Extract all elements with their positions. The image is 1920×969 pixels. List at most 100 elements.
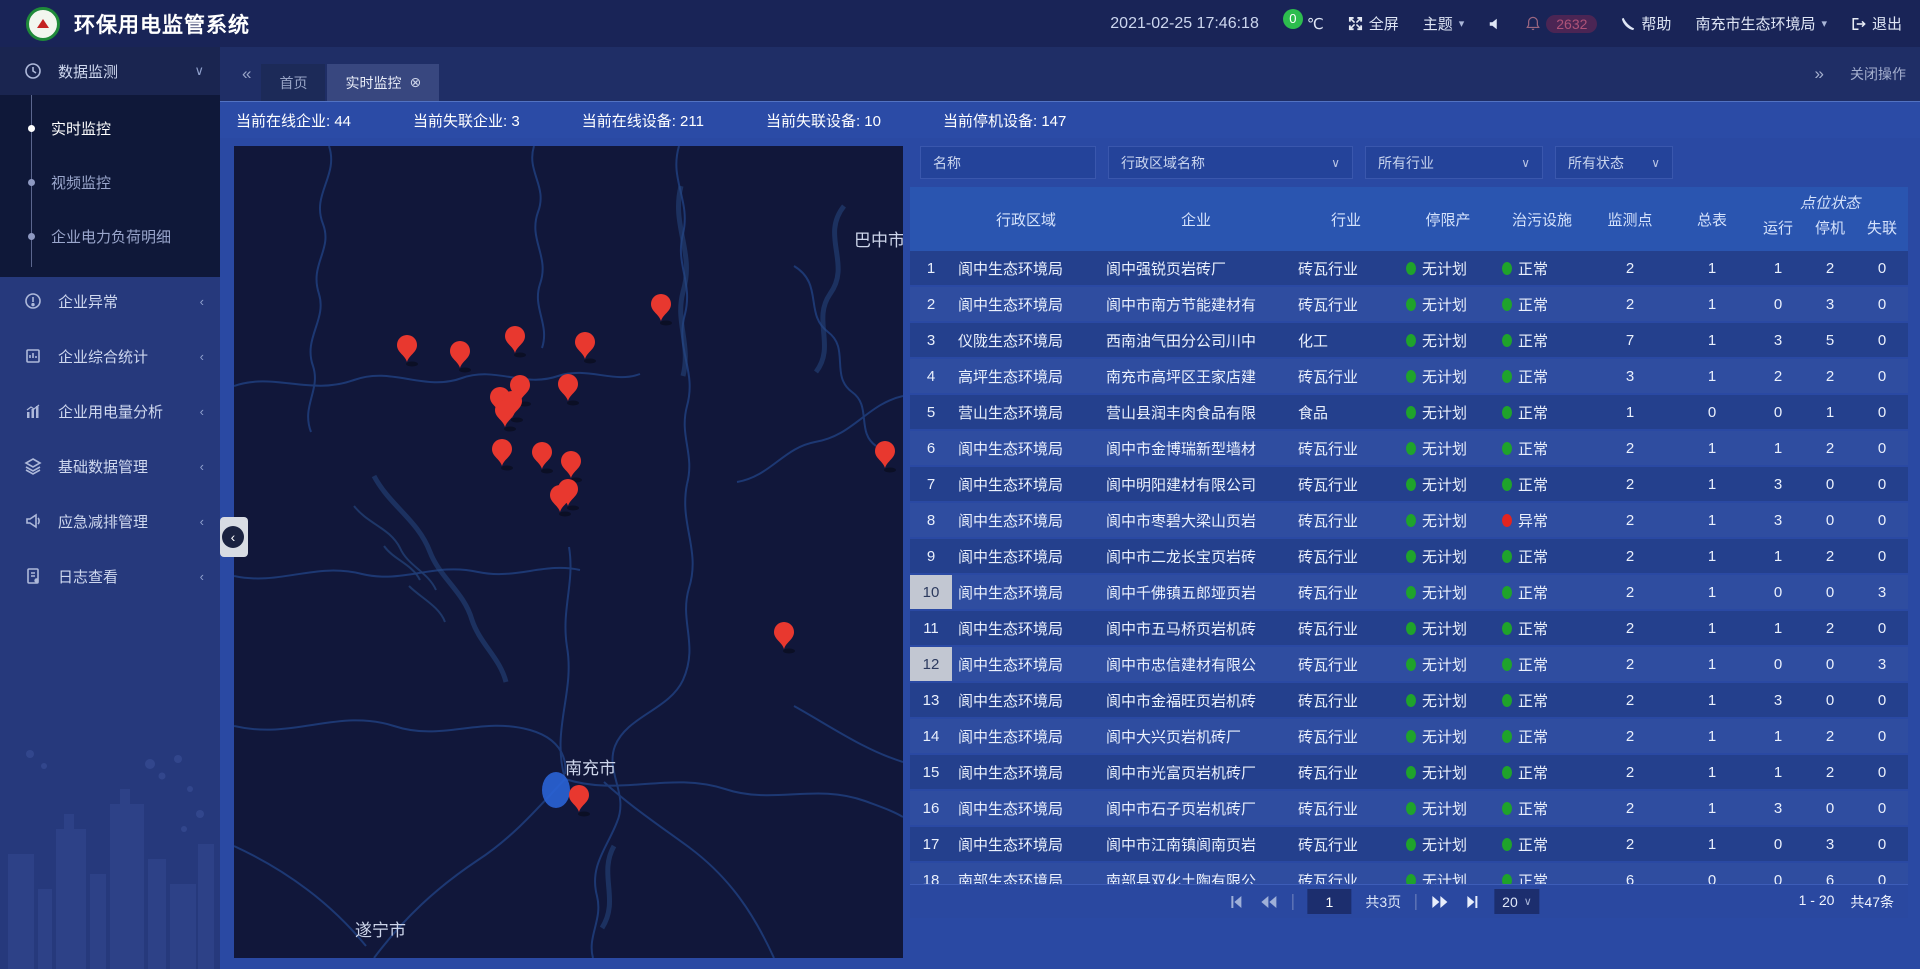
table-row-4[interactable]: 4高坪生态环境局南充市高坪区王家店建砖瓦行业无计划正常31220 [910, 359, 1908, 393]
app-root: 环保用电监管系统 2021-02-25 17:46:18 0 ℃ 全屏 主题 ▾ [0, 0, 1920, 969]
table-row-8[interactable]: 8阆中生态环境局阆中市枣碧大梁山页岩砖瓦行业无计划异常21300 [910, 503, 1908, 537]
sidebar-item-0[interactable]: 数据监测∨ [0, 47, 220, 95]
table-row-15[interactable]: 15阆中生态环境局阆中市光富页岩机砖厂砖瓦行业无计划正常21120 [910, 755, 1908, 789]
name-search-input[interactable]: 名称 [920, 146, 1096, 179]
status-dot-green [1502, 802, 1512, 815]
cell-region: 阆中生态环境局 [952, 251, 1100, 285]
map-pin-icon[interactable] [875, 441, 896, 473]
page-size-select[interactable]: 20 ∨ [1494, 889, 1540, 914]
fullscreen-button[interactable]: 全屏 [1348, 13, 1399, 34]
table-row-17[interactable]: 17阆中生态环境局阆中市江南镇阆南页岩砖瓦行业无计划正常21030 [910, 827, 1908, 861]
cell-lost: 0 [1856, 863, 1908, 884]
page-number-input[interactable] [1307, 889, 1351, 914]
mute-button[interactable] [1488, 17, 1502, 31]
cell-limit-status: 无计划 [1400, 827, 1496, 861]
sidebar-subitem-1[interactable]: 视频监控 [0, 155, 220, 209]
table-row-7[interactable]: 7阆中生态环境局阆中明阳建材有限公司砖瓦行业无计划正常21300 [910, 467, 1908, 501]
map-pin-icon[interactable] [575, 332, 596, 364]
table-row-10[interactable]: 10阆中生态环境局阆中千佛镇五郎垭页岩砖瓦行业无计划正常21003 [910, 575, 1908, 609]
row-number: 17 [910, 827, 952, 861]
help-button[interactable]: 帮助 [1621, 13, 1671, 34]
tab-1[interactable]: 实时监控⊗ [327, 64, 439, 101]
next-page-button[interactable] [1430, 894, 1450, 910]
map-pin-icon[interactable] [558, 374, 579, 406]
table-row-12[interactable]: 12阆中生态环境局阆中市忠信建材有限公砖瓦行业无计划正常21003 [910, 647, 1908, 681]
sidebar-subitem-2[interactable]: 企业电力负荷明细 [0, 209, 220, 263]
table-row-1[interactable]: 1阆中生态环境局阆中强锐页岩砖厂砖瓦行业无计划正常21120 [910, 251, 1908, 285]
cell-stop: 2 [1804, 539, 1856, 573]
map-pin-icon[interactable] [561, 451, 582, 483]
table-row-9[interactable]: 9阆中生态环境局阆中市二龙长宝页岩砖砖瓦行业无计划正常21120 [910, 539, 1908, 573]
map-pin-icon[interactable] [532, 442, 553, 474]
cell-points: 1 [1588, 395, 1672, 429]
industry-select[interactable]: 所有行业 ∨ [1365, 146, 1543, 179]
table-row-5[interactable]: 5营山生态环境局营山县润丰肉食品有限食品无计划正常10010 [910, 395, 1908, 429]
cell-run: 0 [1752, 575, 1804, 609]
cell-facility-status: 正常 [1496, 827, 1588, 861]
sidebar-item-4[interactable]: 基础数据管理‹ [0, 442, 220, 490]
stat-item-2: 当前在线设备: 211 [582, 110, 704, 131]
notifications-button[interactable]: 2632 [1526, 15, 1597, 33]
close-operations-button[interactable]: 关闭操作 [1850, 64, 1906, 84]
sidebar-submenu: 实时监控视频监控企业电力负荷明细 [0, 95, 220, 277]
map-pin-icon[interactable] [505, 326, 526, 358]
table-row-13[interactable]: 13阆中生态环境局阆中市金福旺页岩机砖砖瓦行业无计划正常21300 [910, 683, 1908, 717]
table-row-16[interactable]: 16阆中生态环境局阆中市石子页岩机砖厂砖瓦行业无计划正常21300 [910, 791, 1908, 825]
sidebar-subitem-0[interactable]: 实时监控 [0, 101, 220, 155]
map-pin-icon[interactable] [651, 294, 672, 326]
table-row-3[interactable]: 3仪陇生态环境局西南油气田分公司川中化工无计划正常71350 [910, 323, 1908, 357]
table-row-2[interactable]: 2阆中生态环境局阆中市南方节能建材有砖瓦行业无计划正常21030 [910, 287, 1908, 321]
map-pin-icon[interactable] [492, 439, 513, 471]
sidebar-item-3[interactable]: 企业用电量分析‹ [0, 387, 220, 435]
col-header-5: 监测点 [1588, 187, 1672, 251]
map-pin-icon[interactable] [774, 622, 795, 654]
table-row-18[interactable]: 18南部生态环境局南部县双化土陶有限公砖瓦行业无计划正常60060 [910, 863, 1908, 884]
cell-meters: 1 [1672, 719, 1752, 753]
status-dot-green [1406, 370, 1416, 383]
theme-dropdown[interactable]: 主题 ▾ [1423, 13, 1465, 34]
caret-down-icon: ▾ [1821, 17, 1827, 30]
table-row-11[interactable]: 11阆中生态环境局阆中市五马桥页岩机砖砖瓦行业无计划正常21120 [910, 611, 1908, 645]
map-pin-icon[interactable] [495, 400, 516, 432]
tabs-scroll-right-icon[interactable]: » [1815, 64, 1824, 84]
cell-run: 3 [1752, 467, 1804, 501]
sidebar-item-6[interactable]: 日志查看‹ [0, 552, 220, 600]
cell-meters: 1 [1672, 791, 1752, 825]
map-pin-icon[interactable] [397, 335, 418, 367]
map-pin-icon[interactable] [550, 485, 571, 517]
row-number: 5 [910, 395, 952, 429]
org-dropdown[interactable]: 南充市生态环境局 ▾ [1695, 13, 1827, 34]
cell-points: 2 [1588, 251, 1672, 285]
sidebar-collapse-handle[interactable]: ‹ [220, 517, 248, 557]
prev-page-button[interactable] [1258, 894, 1278, 910]
map-canvas[interactable]: 巴中市南充市遂宁市 [234, 146, 903, 958]
cell-region: 阆中生态环境局 [952, 647, 1100, 681]
tab-close-icon[interactable]: ⊗ [409, 74, 421, 91]
sidebar-item-1[interactable]: 企业异常‹ [0, 277, 220, 325]
cell-run: 3 [1752, 503, 1804, 537]
map-pin-icon[interactable] [450, 341, 471, 373]
sidebar-item-2[interactable]: 企业综合统计‹ [0, 332, 220, 380]
tabs-scroll-left-icon[interactable]: « [232, 64, 261, 84]
stats-bar: 当前在线企业: 44当前失联企业: 3当前在线设备: 211当前失联设备: 10… [220, 101, 1920, 138]
cell-region: 阆中生态环境局 [952, 791, 1100, 825]
cell-points: 2 [1588, 575, 1672, 609]
cell-stop: 0 [1804, 791, 1856, 825]
cell-industry: 化工 [1292, 323, 1400, 357]
cell-stop: 3 [1804, 827, 1856, 861]
table-row-6[interactable]: 6阆中生态环境局阆中市金博瑞新型墙材砖瓦行业无计划正常21120 [910, 431, 1908, 465]
row-number: 4 [910, 359, 952, 393]
status-select[interactable]: 所有状态 ∨ [1555, 146, 1673, 179]
tab-0[interactable]: 首页 [261, 64, 325, 101]
last-page-button[interactable] [1464, 894, 1480, 910]
cell-lost: 0 [1856, 827, 1908, 861]
cell-lost: 0 [1856, 431, 1908, 465]
map-panel[interactable]: 巴中市南充市遂宁市 [234, 146, 903, 958]
logout-button[interactable]: 退出 [1851, 13, 1902, 34]
map-pin-icon[interactable] [569, 785, 590, 817]
table-row-14[interactable]: 14阆中生态环境局阆中大兴页岩机砖厂砖瓦行业无计划正常21120 [910, 719, 1908, 753]
status-dot-green [1502, 586, 1512, 599]
sidebar-item-5[interactable]: 应急减排管理‹ [0, 497, 220, 545]
first-page-button[interactable] [1228, 894, 1244, 910]
region-select[interactable]: 行政区域名称 ∨ [1108, 146, 1353, 179]
